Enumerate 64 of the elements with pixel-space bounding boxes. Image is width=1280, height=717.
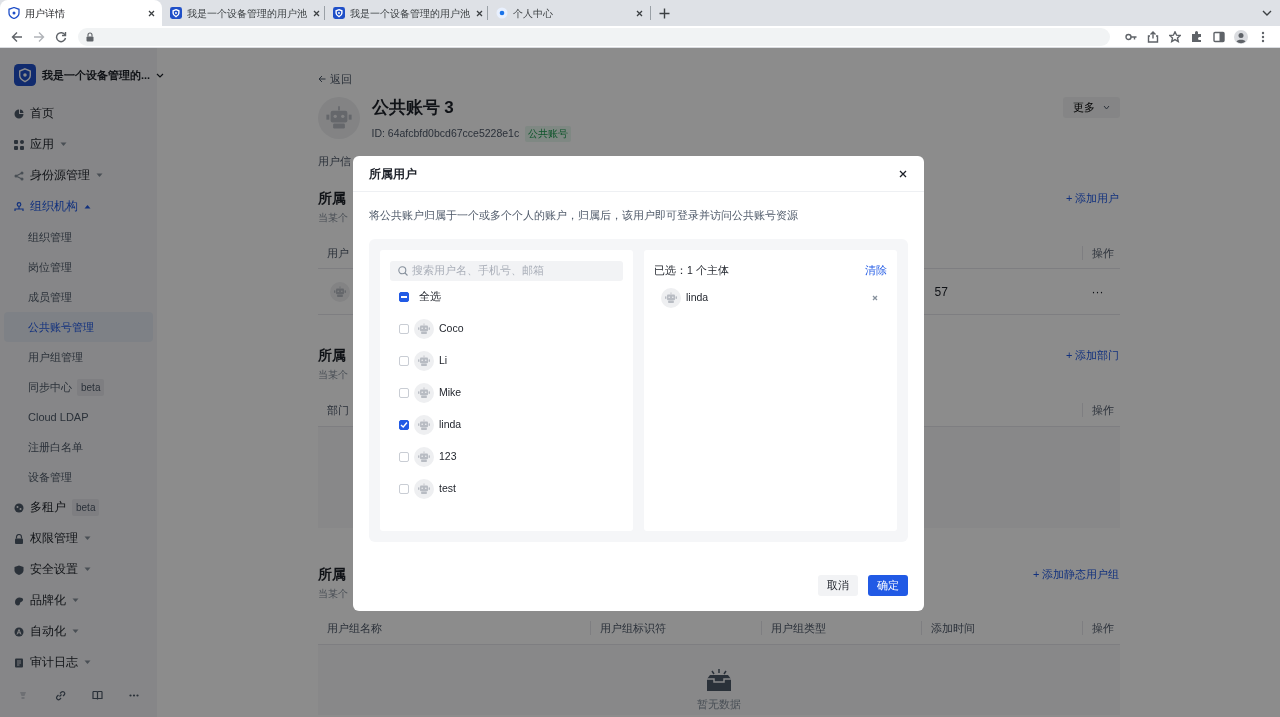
user-name: Mike (439, 385, 462, 401)
beta-badge: beta (72, 499, 100, 516)
nav-subitem[interactable]: 公共账号管理 (4, 312, 153, 342)
column-header: 用户组名称 (326, 622, 382, 635)
column-header: 用户 (326, 246, 349, 259)
nav-subitem[interactable]: 同步中心 beta (4, 372, 153, 402)
dialog-description: 将公共账户归属于一个或多个个人的账户，归属后，该用户即可登录并访问公共账号资源 (369, 208, 799, 222)
search-field[interactable]: 搜索用户名、手机号、邮箱 (390, 261, 623, 281)
user-name: linda (686, 290, 709, 306)
add-link[interactable]: + 添加用户 (1066, 190, 1120, 207)
clear-link[interactable]: 清除 (865, 263, 887, 279)
user-name: Coco (439, 321, 464, 337)
section-title: 所属 (317, 189, 347, 208)
account-tag: 公共账号 (525, 126, 572, 143)
nav-subitem[interactable]: 注册白名单 (4, 432, 153, 462)
row-menu[interactable]: ··· (1091, 282, 1104, 301)
selected-count: 已选：1 个主体 (654, 263, 729, 279)
user-name: linda (439, 417, 462, 433)
browser-tab[interactable]: 个人中心 (488, 0, 650, 26)
id-text: ID: 64afcbfd0bcd67cce5228e1c (371, 126, 520, 142)
nav-subitem[interactable]: 组织管理 (4, 222, 153, 252)
user-name: test (439, 481, 456, 497)
nav-item[interactable]: 首页 (4, 98, 153, 129)
browser-tab[interactable]: 用户详情 (0, 0, 162, 26)
column-header: 用户组标识符 (599, 622, 666, 635)
column-header: 操作 (1091, 246, 1114, 259)
table-cell-text: 57 (934, 283, 948, 301)
select-all-label: 全选 (419, 289, 441, 305)
nav-item[interactable]: 应用 (4, 129, 153, 160)
add-link[interactable]: + 添加部门 (1066, 347, 1120, 364)
column-header: 操作 (1091, 622, 1114, 635)
section-title: 所属 (317, 346, 347, 366)
nav-item[interactable]: 自动化 (4, 616, 153, 647)
add-link[interactable]: + 添加静态用户组 (1033, 565, 1120, 582)
confirm-button[interactable]: 确定 (868, 575, 908, 596)
section-title: 所属 (317, 564, 347, 584)
more-button[interactable]: 更多 (1062, 96, 1120, 119)
empty-text: 暂无数据 (696, 697, 741, 712)
nav-subitem[interactable]: 设备管理 (4, 462, 153, 492)
nav-item[interactable]: 品牌化 (4, 585, 153, 616)
beta-badge: beta (77, 378, 105, 396)
column-header: 部门 (326, 404, 349, 416)
nav-item[interactable]: 安全设置 (4, 554, 153, 585)
cancel-button[interactable]: 取消 (818, 575, 858, 596)
nav-item[interactable]: 身份源管理 (4, 160, 153, 191)
user-name: Li (439, 353, 448, 369)
nav-subitem[interactable]: 成员管理 (4, 282, 153, 312)
nav-subitem[interactable]: Cloud LDAP (4, 402, 153, 432)
column-header: 添加时间 (930, 622, 975, 635)
page-title: 公共账号 3 (371, 96, 455, 119)
column-header: 操作 (1091, 404, 1114, 416)
nav-item[interactable]: 多租户 beta (4, 492, 153, 523)
browser-tab[interactable]: 我是一个设备管理的用户池 (162, 0, 324, 26)
nav-subitem[interactable]: 岗位管理 (4, 252, 153, 282)
user-name: 123 (439, 449, 457, 465)
column-header: 用户组类型 (770, 622, 826, 635)
browser-tab[interactable]: 我是一个设备管理的用户池 (325, 0, 487, 26)
dialog-title: 所属用户 (369, 165, 417, 183)
nav-subitem[interactable]: 用户组管理 (4, 342, 153, 372)
back-link[interactable]: 返回 (317, 71, 352, 88)
nav-item[interactable]: 组织机构 (4, 191, 153, 222)
org-name: 我是一个设备管理的... (42, 67, 151, 83)
nav-item[interactable]: 权限管理 (4, 523, 153, 554)
nav-item[interactable]: 审计日志 (4, 647, 153, 678)
